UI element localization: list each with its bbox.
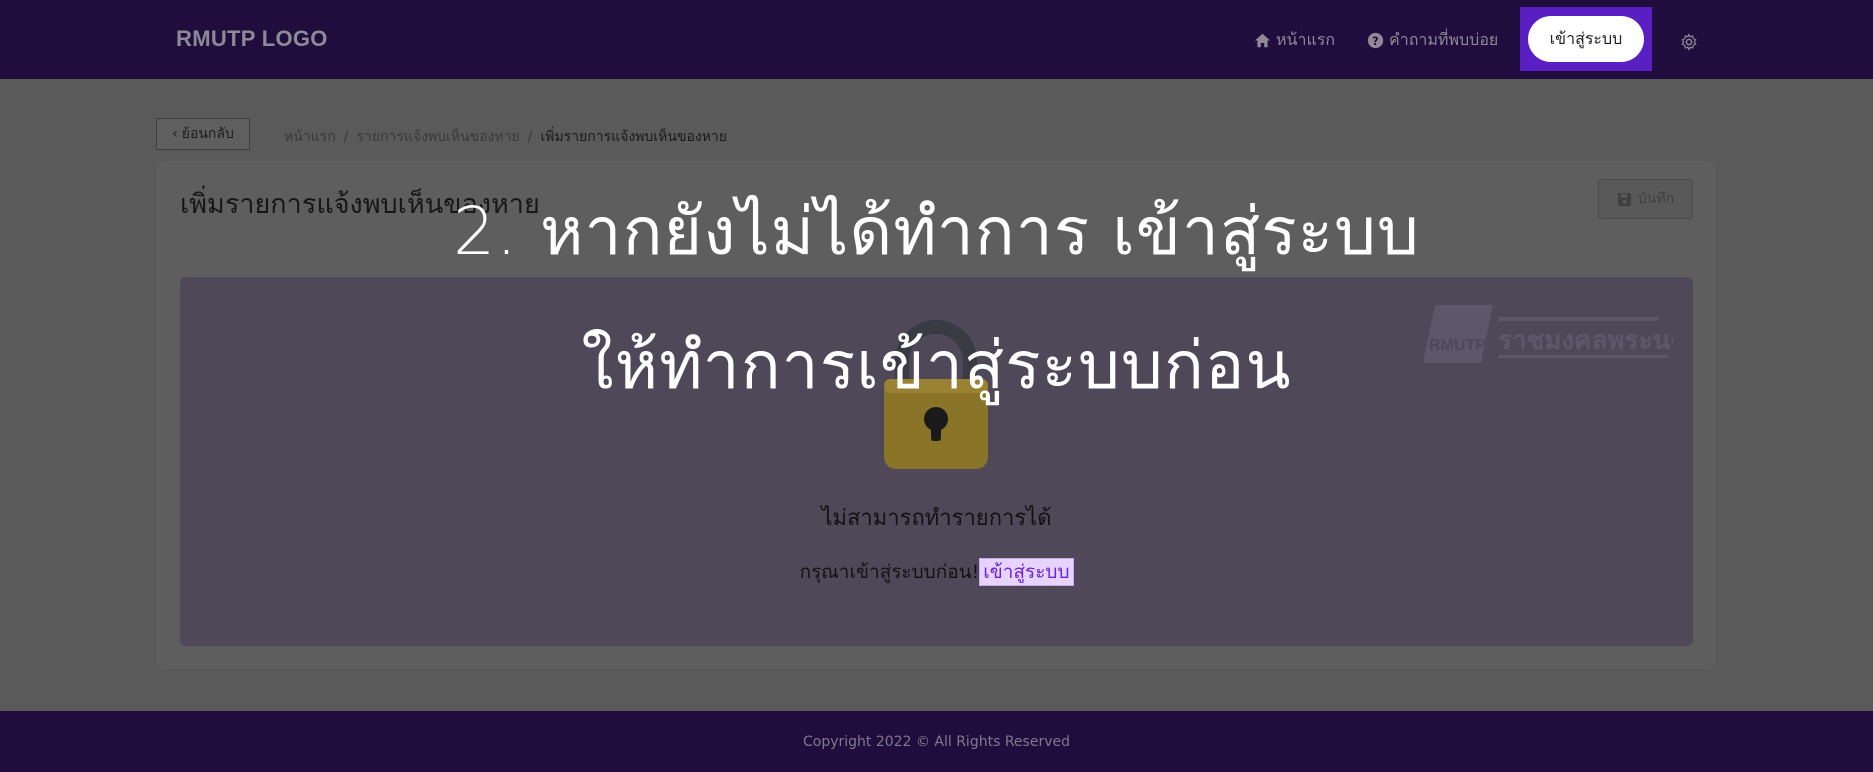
login-link[interactable]: เข้าสู่ระบบ: [979, 558, 1074, 586]
breadcrumb-separator: /: [527, 129, 533, 145]
back-label: ย้อนกลับ: [181, 126, 234, 142]
footer: Copyright 2022 © All Rights Reserved: [0, 711, 1873, 772]
nav-home-link[interactable]: หน้าแรก: [1254, 28, 1335, 53]
breadcrumb-home[interactable]: หน้าแรก: [284, 126, 336, 148]
back-button[interactable]: ‹ ย้อนกลับ: [156, 118, 250, 150]
login-button[interactable]: เข้าสู่ระบบ: [1528, 16, 1644, 62]
brand-logo[interactable]: RMUTP LOGO: [176, 26, 328, 52]
error-title: ไม่สามารถทำรายการได้: [821, 506, 1052, 531]
nav-faq-label: คำถามที่พบบ่อย: [1389, 30, 1499, 49]
home-icon: [1254, 33, 1271, 48]
login-prompt: กรุณาเข้าสู่ระบบก่อน! เข้าสู่ระบบ: [0, 557, 1873, 587]
question-circle-icon: ?: [1367, 32, 1384, 49]
chevron-left-icon: ‹: [172, 126, 178, 142]
instruction-caption-line2: ให้ทำการเข้าสู่ระบบก่อน: [581, 327, 1292, 404]
gear-icon[interactable]: [1680, 33, 1698, 51]
breadcrumb-current: เพิ่มรายการแจ้งพบเห็นของหาย: [540, 129, 727, 145]
login-highlight: เข้าสู่ระบบ: [1520, 7, 1652, 71]
login-prompt-text: กรุณาเข้าสู่ระบบก่อน!: [799, 561, 980, 583]
breadcrumb-separator: /: [343, 129, 349, 145]
breadcrumb: หน้าแรก / รายการแจ้งพบเห็นของหาย / เพิ่ม…: [284, 126, 727, 148]
breadcrumb-found-list[interactable]: รายการแจ้งพบเห็นของหาย: [356, 126, 519, 148]
nav-home-label: หน้าแรก: [1276, 30, 1336, 49]
nav-faq-link[interactable]: ? คำถามที่พบบ่อย: [1367, 28, 1498, 53]
svg-text:?: ?: [1372, 35, 1378, 48]
instruction-caption-line1: 2. หากยังไม่ได้ทำการ เข้าสู่ระบบ: [453, 193, 1420, 270]
copyright-text: Copyright 2022 © All Rights Reserved: [803, 733, 1070, 750]
